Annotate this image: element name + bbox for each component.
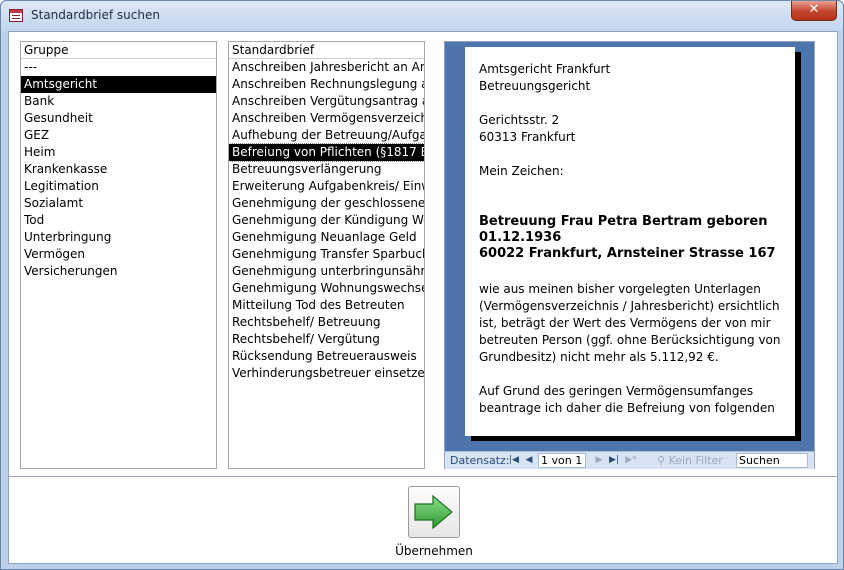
body-paragraph-2: Auf Grund des geringen Vermögensumfanges… [479,384,775,415]
filter-status[interactable]: ⚲ Kein Filter [657,454,723,467]
letter-list-item[interactable]: Befreiung von Pflichten (§1817 BGB) [229,143,424,162]
group-list-item[interactable]: Gesundheit [21,110,216,127]
title-bar[interactable]: Standardbrief suchen ✕ [1,1,843,31]
group-list-item[interactable]: Legitimation [21,178,216,195]
group-list-item[interactable]: Sozialamt [21,195,216,212]
last-record-icon[interactable]: ▶| [608,453,620,467]
dialog-window: Standardbrief suchen ✕ Gruppe --- Amtsger… [0,0,844,570]
footer-area: Übernehmen [9,476,837,563]
apply-button-label[interactable]: Übernehmen [369,544,499,558]
new-record-icon[interactable]: ▶* [625,453,637,467]
recipient-name: Amtsgericht Frankfurt [479,62,611,76]
next-record-icon[interactable]: ▶ [593,453,605,467]
subject-line-2: 01.12.1936 [479,230,562,245]
letter-list-header: Standardbrief [229,42,424,59]
recipient-street: Gerichtsstr. 2 [479,113,560,127]
letter-list-item[interactable]: Rechtsbehelf/ Betreuung [229,314,424,331]
letter-list-item[interactable]: Anschreiben Vermögensverzeichnis [229,110,424,127]
group-list-item[interactable]: Bank [21,93,216,110]
group-list-item[interactable]: Krankenkasse [21,161,216,178]
recipient-department: Betreuungsgericht [479,79,591,93]
previous-record-icon[interactable]: ◀ [523,453,535,467]
letter-list-item[interactable]: Rücksendung Betreuerausweis [229,348,424,365]
letter-list-item[interactable]: Genehmigung Transfer Sparbuch/ Konto [229,246,424,263]
letter-list-item[interactable]: Aufhebung der Betreuung/Aufgabenkreis [229,127,424,144]
group-list-item[interactable]: Amtsgericht [21,76,216,93]
first-record-icon[interactable]: |◀ [508,453,520,467]
letter-list-item[interactable]: Genehmigung Wohnungswechsel/ Auflösung [229,280,424,297]
letter-list-item[interactable]: Verhinderungsbetreuer einsetzen [229,365,424,382]
subject-line-3: 60022 Frankfurt, Arnsteiner Strasse 167 [479,246,776,261]
body-paragraph-1: wie aus meinen bisher vorgelegten Unterl… [479,282,781,364]
recipient-city: 60313 Frankfurt [479,130,576,144]
record-position-field[interactable]: 1 von 1 [538,453,586,468]
group-list-item[interactable]: Tod [21,212,216,229]
close-button[interactable]: ✕ [791,1,837,21]
letter-list-item[interactable]: Betreuungsverlängerung [229,161,424,178]
subject-line-1: Betreuung Frau Petra Bertram geboren [479,214,768,229]
group-list-header: Gruppe [21,42,216,59]
group-list-item[interactable]: Heim [21,144,216,161]
group-listbox[interactable]: Gruppe --- Amtsgericht Bank Gesundheit GEZ He… [20,41,217,469]
record-navigation-bar: Datensatz: |◀ ◀ 1 von 1 ▶ ▶| ▶* ⚲ Kein F… [445,451,814,469]
letter-list-item[interactable]: Mitteilung Tod des Betreuten [229,297,424,314]
access-form-icon [9,9,23,22]
reference-line: Mein Zeichen: [479,164,564,178]
record-search-input[interactable]: Suchen [736,453,808,468]
letter-list-item[interactable]: Genehmigung unterbringunsähnlicher Maßna… [229,263,424,280]
letter-list-item[interactable]: Genehmigung der geschlossenen Unterbring… [229,195,424,212]
record-label: Datensatz: [450,454,510,467]
green-arrow-right-icon [414,494,453,530]
group-list-item[interactable]: GEZ [21,127,216,144]
letter-list-item[interactable]: Genehmigung der Kündigung Wohnung [229,212,424,229]
preview-page: Amtsgericht Frankfurt Betreuungsgericht … [465,47,795,436]
window-title: Standardbrief suchen [31,8,160,22]
letter-list-item[interactable]: Erweiterung Aufgabenkreis/ Einwilligungs… [229,178,424,195]
filter-label: Kein Filter [668,454,723,467]
letter-list-item[interactable]: Anschreiben Jahresbericht an Amtsgericht [229,59,424,76]
letter-list-item[interactable]: Anschreiben Rechnungslegung an Amtsgeric… [229,76,424,93]
letter-listbox[interactable]: Standardbrief Anschreiben Jahresbericht … [228,41,425,469]
group-list-item[interactable]: Vermögen [21,246,216,263]
content-area: Gruppe --- Amtsgericht Bank Gesundheit GEZ He… [9,32,837,476]
group-list-item[interactable]: Unterbringung [21,229,216,246]
apply-button[interactable] [408,486,460,538]
group-list-item[interactable]: --- [21,59,216,76]
letter-list-item[interactable]: Genehmigung Neuanlage Geld [229,229,424,246]
letter-list-item[interactable]: Rechtsbehelf/ Vergütung [229,331,424,348]
dialog-client-area: Gruppe --- Amtsgericht Bank Gesundheit GEZ He… [8,31,838,564]
letter-preview: Amtsgericht Frankfurt Betreuungsgericht … [444,41,815,469]
letter-list-item[interactable]: Anschreiben Vergütungsantrag an Amtsgeri… [229,93,424,110]
filter-icon: ⚲ [657,454,666,467]
group-list-item[interactable]: Versicherungen [21,263,216,280]
